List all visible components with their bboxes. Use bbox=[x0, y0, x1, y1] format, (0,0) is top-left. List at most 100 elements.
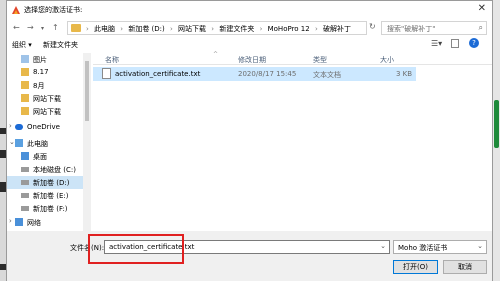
file-list: ^ 名称 修改日期 类型 大小 activation_certificate.t… bbox=[93, 51, 492, 231]
dialog-footer: 文件名(N): activation_certificate.txt ⌄ Moh… bbox=[7, 231, 492, 281]
breadcrumb-item[interactable]: 网站下载 bbox=[178, 25, 206, 33]
forward-arrow-icon[interactable]: → bbox=[27, 23, 34, 32]
breadcrumb-item[interactable]: 破解补丁 bbox=[323, 25, 351, 33]
sidebar-item-drive-e[interactable]: 新加卷 (E:) bbox=[7, 189, 83, 202]
breadcrumb-separator: › bbox=[259, 25, 263, 33]
sidebar-item-drive-c[interactable]: 本地磁盘 (C:) bbox=[7, 163, 83, 176]
column-type[interactable]: 类型 bbox=[313, 55, 327, 65]
computer-icon bbox=[15, 139, 23, 147]
background-green-handle bbox=[494, 100, 499, 148]
command-bar: 组织 ▾ 新建文件夹 ☰▾ ? bbox=[7, 37, 492, 52]
folder-icon bbox=[21, 94, 29, 102]
navigation-pane: 图片 8.17 8月 网站下载 网站下载 › OneDrive ⌄ 此电脑 桌面… bbox=[7, 53, 83, 231]
drive-icon bbox=[21, 180, 29, 185]
drive-icon bbox=[21, 193, 29, 198]
sidebar-item-label: 图片 bbox=[33, 56, 47, 64]
up-arrow-icon[interactable]: ↑ bbox=[52, 23, 59, 32]
breadcrumb-item[interactable]: MoHoPro 12 bbox=[268, 25, 310, 33]
refresh-icon[interactable]: ↻ bbox=[369, 22, 376, 31]
sidebar-item-downloads-1[interactable]: 网站下载 bbox=[7, 92, 83, 105]
new-folder-button[interactable]: 新建文件夹 bbox=[43, 40, 78, 50]
sidebar-item-817[interactable]: 8.17 bbox=[7, 66, 83, 79]
table-row[interactable]: activation_certificate.txt 2020/8/17 15:… bbox=[93, 67, 416, 81]
sidebar-item-label: 新加卷 (D:) bbox=[33, 179, 70, 187]
breadcrumb-item[interactable]: 此电脑 bbox=[94, 25, 115, 33]
file-name: activation_certificate.txt bbox=[115, 70, 201, 78]
sidebar-item-label: 本地磁盘 (C:) bbox=[33, 166, 76, 174]
address-bar: ← → ▾ ↑ › 此电脑 › 新加卷 (D:) › 网站下载 › 新建文件夹 … bbox=[7, 19, 492, 37]
sidebar-scrollbar[interactable] bbox=[83, 53, 91, 231]
drive-icon bbox=[21, 167, 29, 172]
file-open-dialog: 选择您的激活证书: ✕ ← → ▾ ↑ › 此电脑 › 新加卷 (D:) › 网… bbox=[6, 0, 493, 281]
title-bar: 选择您的激活证书: ✕ bbox=[7, 1, 492, 19]
breadcrumb-item[interactable]: 新建文件夹 bbox=[219, 25, 254, 33]
sidebar-item-label: 网络 bbox=[27, 219, 41, 227]
sidebar-item-pictures[interactable]: 图片 bbox=[7, 53, 83, 66]
sidebar-item-network[interactable]: › 网络 bbox=[7, 216, 83, 229]
sidebar-item-drive-d[interactable]: 新加卷 (D:) bbox=[7, 176, 83, 189]
column-date[interactable]: 修改日期 bbox=[238, 55, 266, 65]
open-button[interactable]: 打开(O) bbox=[393, 260, 438, 274]
moho-app-icon bbox=[12, 6, 20, 14]
breadcrumb-separator: › bbox=[170, 25, 173, 33]
close-icon[interactable]: ✕ bbox=[478, 3, 486, 14]
sidebar-item-label: 网站下载 bbox=[33, 108, 61, 116]
folder-icon bbox=[21, 107, 29, 115]
chevron-down-icon[interactable]: ⌄ bbox=[380, 242, 386, 250]
recent-chevron-icon[interactable]: ▾ bbox=[41, 25, 44, 32]
view-options-icon[interactable]: ☰▾ bbox=[431, 39, 442, 48]
sidebar-item-desktop[interactable]: 桌面 bbox=[7, 150, 83, 163]
column-size[interactable]: 大小 bbox=[380, 55, 394, 65]
folder-icon bbox=[21, 68, 29, 76]
sort-indicator-icon: ^ bbox=[213, 51, 219, 58]
window-title: 选择您的激活证书: bbox=[24, 6, 83, 14]
sidebar-item-onedrive[interactable]: › OneDrive bbox=[7, 121, 83, 134]
sidebar-item-label: 8月 bbox=[33, 82, 45, 90]
folder-icon bbox=[71, 24, 81, 32]
drive-icon bbox=[21, 206, 29, 211]
pictures-icon bbox=[21, 55, 29, 63]
search-icon: ⌕ bbox=[478, 23, 483, 32]
sidebar-item-august[interactable]: 8月 bbox=[7, 79, 83, 92]
search-placeholder: 搜索"破解补丁" bbox=[387, 25, 436, 33]
background-window-edge-right bbox=[493, 0, 500, 281]
breadcrumb-separator: › bbox=[314, 25, 318, 33]
sidebar-item-label: OneDrive bbox=[27, 123, 60, 131]
network-icon bbox=[15, 218, 23, 226]
expand-chevron-icon[interactable]: › bbox=[9, 122, 12, 130]
file-date: 2020/8/17 15:45 bbox=[238, 70, 297, 78]
search-input[interactable]: 搜索"破解补丁" ⌕ bbox=[381, 21, 487, 35]
preview-pane-icon[interactable] bbox=[451, 39, 459, 48]
file-size: 3 KB bbox=[396, 70, 413, 78]
breadcrumb[interactable]: › 此电脑 › 新加卷 (D:) › 网站下载 › 新建文件夹 › MoHoPr… bbox=[67, 21, 367, 35]
sidebar-item-label: 新加卷 (F:) bbox=[33, 205, 68, 213]
expand-chevron-icon[interactable]: › bbox=[9, 217, 12, 225]
breadcrumb-item[interactable]: 新加卷 (D:) bbox=[128, 25, 164, 33]
scrollbar-thumb[interactable] bbox=[85, 61, 89, 121]
breadcrumb-separator: › bbox=[120, 25, 124, 33]
annotation-highlight-box bbox=[88, 234, 184, 264]
sidebar-item-this-pc[interactable]: ⌄ 此电脑 bbox=[7, 137, 83, 150]
cancel-button[interactable]: 取消 bbox=[443, 260, 487, 274]
filetype-value: Moho 激活证书 bbox=[398, 244, 448, 252]
sidebar-item-label: 新加卷 (E:) bbox=[33, 192, 69, 200]
cloud-icon bbox=[15, 124, 23, 130]
sidebar-item-label: 桌面 bbox=[33, 153, 47, 161]
sidebar-item-label: 此电脑 bbox=[27, 140, 48, 148]
breadcrumb-separator: › bbox=[86, 25, 89, 33]
chevron-down-icon[interactable]: ⌄ bbox=[477, 242, 483, 250]
back-arrow-icon[interactable]: ← bbox=[13, 23, 20, 32]
help-icon[interactable]: ? bbox=[469, 38, 479, 48]
file-type: 文本文档 bbox=[313, 71, 341, 79]
sidebar-item-drive-f[interactable]: 新加卷 (F:) bbox=[7, 202, 83, 215]
column-name[interactable]: 名称 bbox=[105, 55, 119, 65]
text-file-icon bbox=[102, 68, 111, 79]
organize-button[interactable]: 组织 ▾ bbox=[12, 40, 32, 50]
desktop-icon bbox=[21, 152, 29, 160]
collapse-chevron-icon[interactable]: ⌄ bbox=[9, 138, 15, 146]
filetype-select[interactable]: Moho 激活证书 ⌄ bbox=[393, 240, 487, 254]
sidebar-item-label: 网站下载 bbox=[33, 95, 61, 103]
column-header: ^ 名称 修改日期 类型 大小 bbox=[93, 51, 492, 65]
sidebar-item-downloads-2[interactable]: 网站下载 bbox=[7, 105, 83, 118]
sidebar-item-label: 8.17 bbox=[33, 68, 49, 76]
